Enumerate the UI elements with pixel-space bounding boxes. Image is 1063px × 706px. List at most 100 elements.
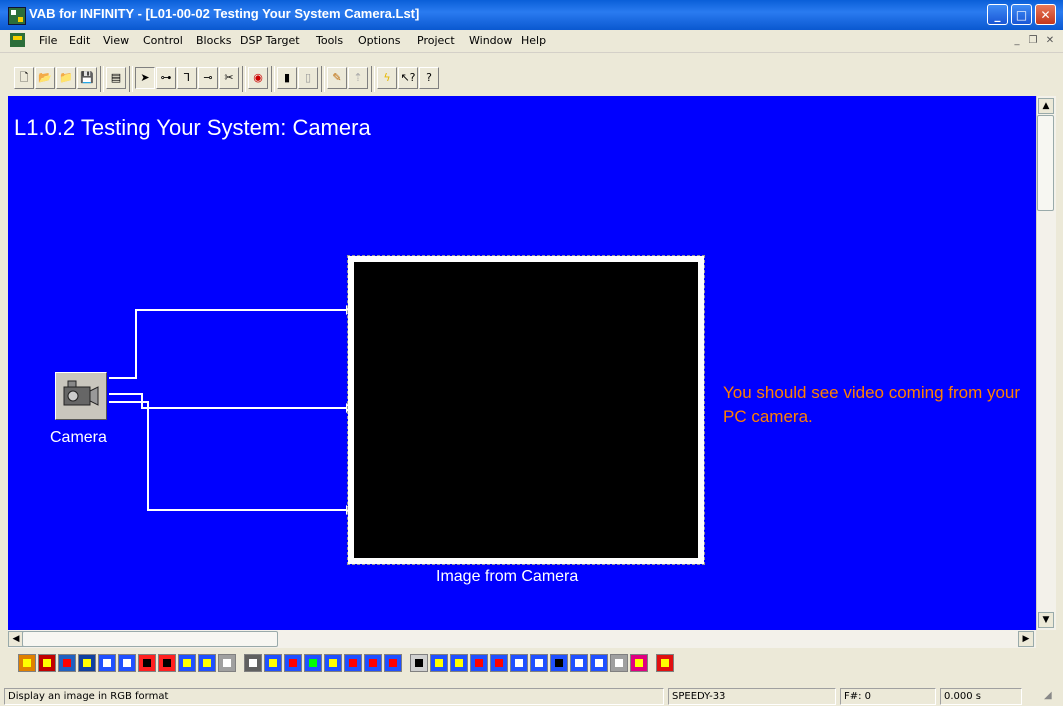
- pointer-up-icon[interactable]: ⇡: [348, 67, 368, 89]
- menu-bar: File Edit View Control Blocks DSP Target…: [0, 30, 1063, 53]
- palette-block-16[interactable]: [324, 654, 342, 672]
- palette-block-12[interactable]: [244, 654, 262, 672]
- palette-block-32[interactable]: [656, 654, 674, 672]
- toolbar-separator: [100, 66, 104, 92]
- menu-blocks[interactable]: Blocks: [196, 34, 231, 47]
- palette-block-2[interactable]: [38, 654, 56, 672]
- title-bar: VAB for INFINITY - [L01-00-02 Testing Yo…: [0, 0, 1063, 30]
- palette-block-29[interactable]: [590, 654, 608, 672]
- palette-block-24[interactable]: [490, 654, 508, 672]
- context-help-icon[interactable]: ↖?: [398, 67, 418, 89]
- palette-block-11[interactable]: [218, 654, 236, 672]
- toolbar-separator: [271, 66, 275, 92]
- palette-block-8[interactable]: [158, 654, 176, 672]
- menu-project[interactable]: Project: [417, 34, 455, 47]
- palette-block-19[interactable]: [384, 654, 402, 672]
- lightning-icon[interactable]: ϟ: [377, 67, 397, 89]
- palette-block-25[interactable]: [510, 654, 528, 672]
- palette-block-glyph-icon: [555, 659, 563, 667]
- mdi-minimize-icon[interactable]: _: [1010, 34, 1024, 48]
- resize-grip-icon[interactable]: ◢: [1044, 690, 1058, 704]
- palette-block-glyph-icon: [389, 659, 397, 667]
- mdi-close-icon[interactable]: ✕: [1043, 34, 1057, 48]
- open-folder-icon[interactable]: 📁: [56, 67, 76, 89]
- palette-block-glyph-icon: [349, 659, 357, 667]
- menu-control[interactable]: Control: [143, 34, 183, 47]
- palette-block-20[interactable]: [410, 654, 428, 672]
- pencil-icon[interactable]: ✎: [327, 67, 347, 89]
- palette-block-31[interactable]: [630, 654, 648, 672]
- palette-block-17[interactable]: [344, 654, 362, 672]
- save-icon[interactable]: 💾: [77, 67, 97, 89]
- palette-block-glyph-icon: [43, 659, 51, 667]
- palette-block-28[interactable]: [570, 654, 588, 672]
- close-icon[interactable]: ✕: [1035, 4, 1056, 25]
- palette-block-glyph-icon: [309, 659, 317, 667]
- document-icon[interactable]: [10, 33, 25, 47]
- palette-block-18[interactable]: [364, 654, 382, 672]
- maximize-icon[interactable]: □: [1011, 4, 1032, 25]
- window-title: VAB for INFINITY - [L01-00-02 Testing Yo…: [29, 6, 420, 21]
- run-target-icon[interactable]: ◉: [248, 67, 268, 89]
- menu-file[interactable]: File: [39, 34, 57, 47]
- select-arrow-icon[interactable]: ➤: [135, 67, 155, 89]
- diagram-canvas[interactable]: L1.0.2 Testing Your System: Camera Camer…: [8, 96, 1036, 630]
- palette-block-6[interactable]: [118, 654, 136, 672]
- palette-block-glyph-icon: [103, 659, 111, 667]
- palette-block-3[interactable]: [58, 654, 76, 672]
- palette-block-14[interactable]: [284, 654, 302, 672]
- palette-block-23[interactable]: [470, 654, 488, 672]
- menu-tools[interactable]: Tools: [316, 34, 343, 47]
- palette-block-glyph-icon: [23, 659, 31, 667]
- palette-block-21[interactable]: [430, 654, 448, 672]
- palette-block-10[interactable]: [198, 654, 216, 672]
- palette-block-13[interactable]: [264, 654, 282, 672]
- menu-view[interactable]: View: [103, 34, 129, 47]
- cut-wire-icon[interactable]: ✂: [219, 67, 239, 89]
- vertical-scroll-thumb[interactable]: [1037, 115, 1054, 211]
- image-display-block[interactable]: [347, 255, 705, 565]
- camera-block[interactable]: [55, 372, 107, 420]
- help-icon[interactable]: ?: [419, 67, 439, 89]
- status-frame: F#: 0: [840, 688, 936, 705]
- vab-app-icon[interactable]: [8, 7, 26, 25]
- palette-block-glyph-icon: [435, 659, 443, 667]
- palette-block-27[interactable]: [550, 654, 568, 672]
- menu-help[interactable]: Help: [521, 34, 546, 47]
- camera-label: Camera: [50, 429, 107, 446]
- palette-block-15[interactable]: [304, 654, 322, 672]
- menu-options[interactable]: Options: [358, 34, 400, 47]
- status-message: Display an image in RGB format: [4, 688, 664, 705]
- horizontal-scroll-thumb[interactable]: [22, 631, 278, 647]
- palette-block-glyph-icon: [203, 659, 211, 667]
- scroll-right-icon[interactable]: ▶: [1018, 631, 1034, 647]
- step-icon[interactable]: ▯: [298, 67, 318, 89]
- menu-window[interactable]: Window: [469, 34, 512, 47]
- palette-block-9[interactable]: [178, 654, 196, 672]
- status-target: SPEEDY-33: [668, 688, 836, 705]
- pause-icon[interactable]: ▮: [277, 67, 297, 89]
- menu-edit[interactable]: Edit: [69, 34, 90, 47]
- toolbar-separator: [129, 66, 133, 92]
- palette-block-glyph-icon: [475, 659, 483, 667]
- palette-block-30[interactable]: [610, 654, 628, 672]
- new-icon[interactable]: 🗋: [14, 67, 34, 89]
- connect-branch-icon[interactable]: ⅂: [177, 67, 197, 89]
- palette-block-glyph-icon: [635, 659, 643, 667]
- properties-icon[interactable]: ▤: [106, 67, 126, 89]
- palette-block-7[interactable]: [138, 654, 156, 672]
- palette-block-26[interactable]: [530, 654, 548, 672]
- instruction-text: You should see video coming from your PC…: [723, 383, 1021, 426]
- menu-dsp-target[interactable]: DSP Target: [240, 34, 300, 47]
- connect-icon[interactable]: ⊶: [156, 67, 176, 89]
- palette-block-4[interactable]: [78, 654, 96, 672]
- scroll-up-icon[interactable]: ▲: [1038, 98, 1054, 114]
- minimize-icon[interactable]: _: [987, 4, 1008, 25]
- scroll-down-icon[interactable]: ▼: [1038, 612, 1054, 628]
- connect-end-icon[interactable]: ⊸: [198, 67, 218, 89]
- palette-block-5[interactable]: [98, 654, 116, 672]
- open-icon[interactable]: 📂: [35, 67, 55, 89]
- mdi-restore-icon[interactable]: ❐: [1026, 34, 1040, 48]
- palette-block-1[interactable]: [18, 654, 36, 672]
- palette-block-22[interactable]: [450, 654, 468, 672]
